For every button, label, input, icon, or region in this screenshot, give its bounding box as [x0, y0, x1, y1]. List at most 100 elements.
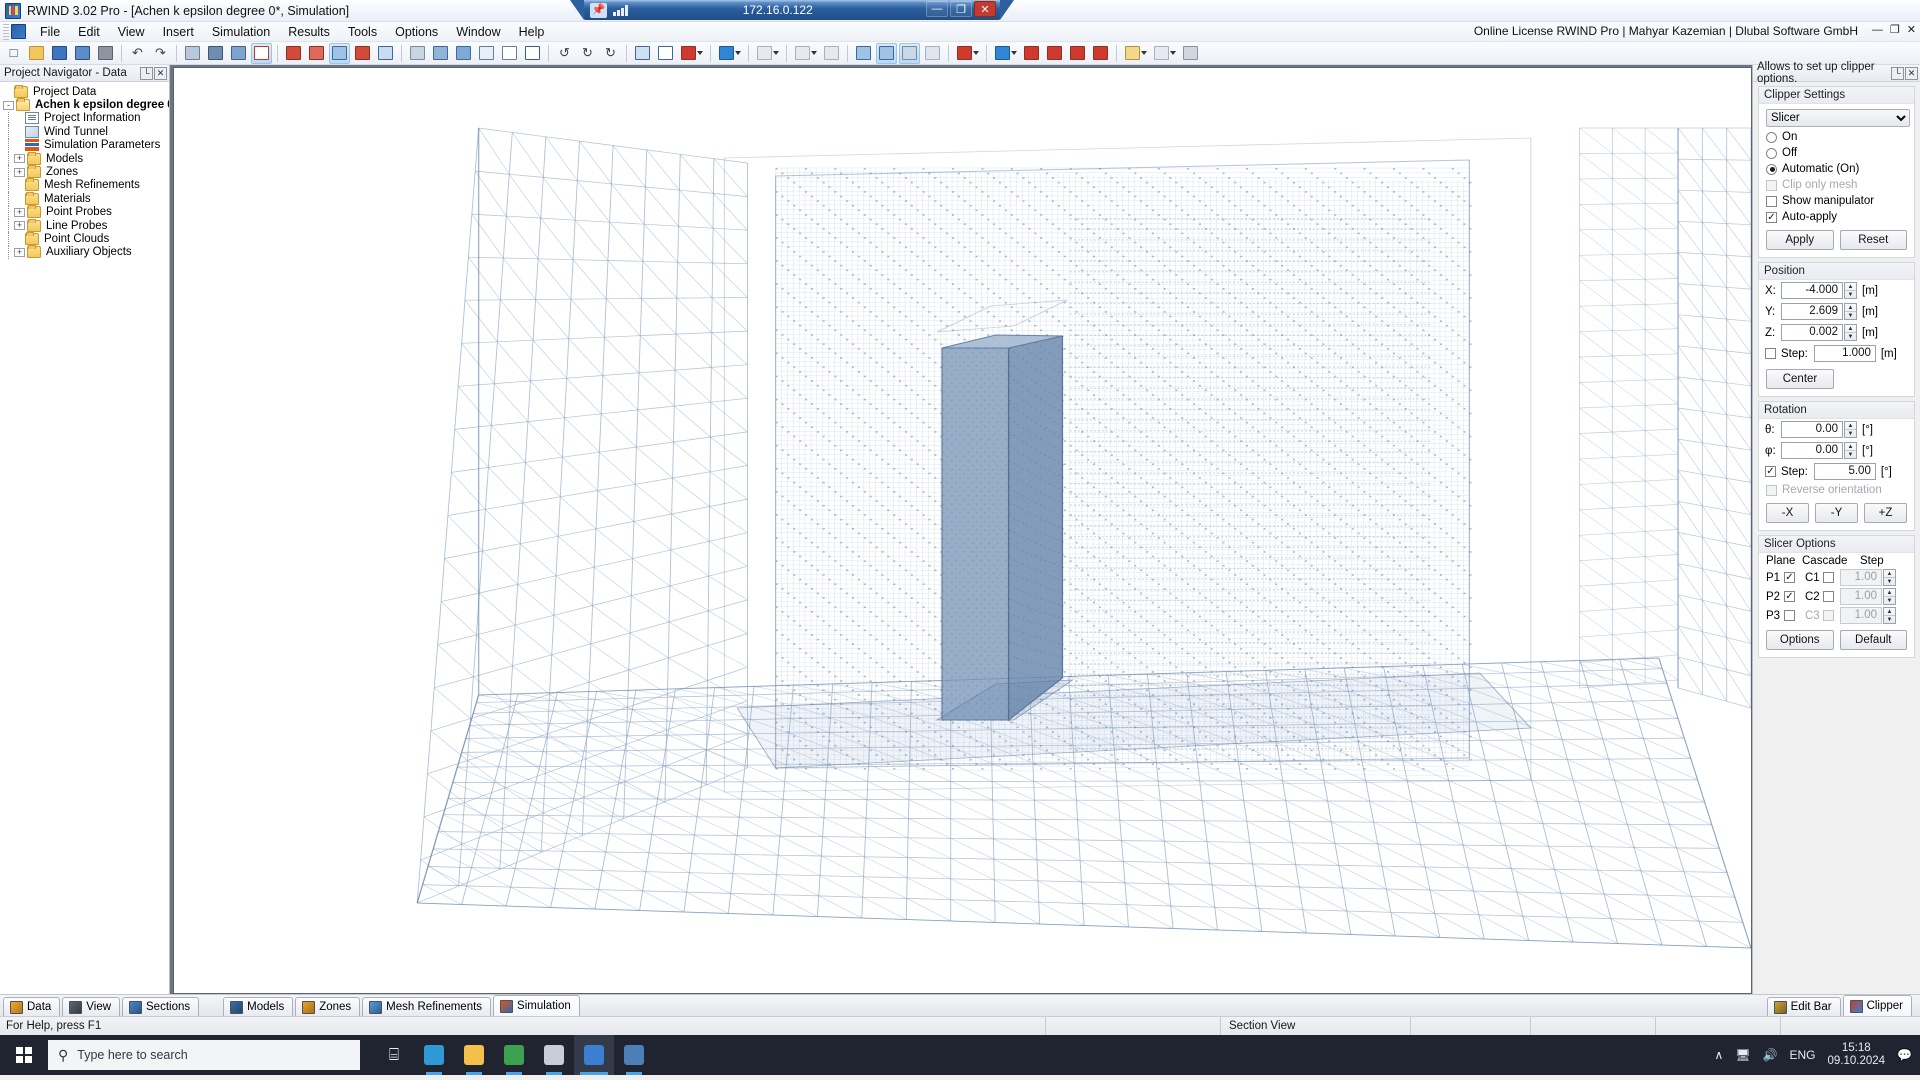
tree-expander[interactable]: + — [14, 247, 25, 257]
mesh-view-icon[interactable] — [352, 43, 373, 64]
render-hidden-icon[interactable] — [306, 43, 327, 64]
close-button[interactable]: ✕ — [1907, 23, 1916, 36]
open-icon[interactable] — [26, 43, 47, 64]
tree-node-simulation-parameters[interactable]: Simulation Parameters — [3, 138, 169, 153]
remote-desktop-connection-bar[interactable]: 📌 172.16.0.122 — ❐ ✕ — [570, 0, 1014, 20]
tree-node-zones[interactable]: + Zones — [3, 165, 169, 180]
tree-expander[interactable]: - — [3, 100, 14, 110]
menu-item-view[interactable]: View — [109, 23, 154, 41]
axis-minus-x-button[interactable]: -X — [1766, 503, 1809, 523]
clipper-box-icon[interactable] — [954, 43, 981, 64]
view-front-icon[interactable] — [453, 43, 474, 64]
tab-clipper[interactable]: Clipper — [1842, 995, 1912, 1016]
measure-icon[interactable] — [1151, 43, 1178, 64]
menu-item-edit[interactable]: Edit — [69, 23, 109, 41]
apply-button[interactable]: Apply — [1766, 230, 1834, 250]
axis-minus-y-button[interactable]: -Y — [1815, 503, 1858, 523]
tree-node-models[interactable]: + Models — [3, 151, 169, 166]
chevron-down-icon[interactable] — [1169, 51, 1176, 55]
radio-on[interactable] — [1766, 131, 1777, 143]
rwind-icon[interactable] — [574, 1035, 614, 1075]
save-icon[interactable] — [49, 43, 70, 64]
tab-simulation[interactable]: Simulation — [493, 995, 580, 1016]
chevron-down-icon[interactable] — [734, 51, 741, 55]
rotation-theta-stepper[interactable]: ▲ ▼ — [1844, 421, 1857, 438]
tree-node-materials[interactable]: Materials — [3, 191, 169, 206]
menu-item-help[interactable]: Help — [510, 23, 554, 41]
solid-box-icon[interactable] — [716, 43, 743, 64]
save-all-icon[interactable] — [72, 43, 93, 64]
undo-icon[interactable]: ↶ — [127, 43, 148, 64]
result-clip-icon[interactable] — [922, 43, 943, 64]
menu-item-tools[interactable]: Tools — [339, 23, 386, 41]
notification-icon[interactable]: 💬 — [1897, 1048, 1912, 1062]
chevron-down-icon[interactable] — [696, 51, 703, 55]
section-move-icon[interactable] — [1090, 43, 1111, 64]
pdf-reader-icon[interactable] — [534, 1035, 574, 1075]
slicer-default-button[interactable]: Default — [1839, 630, 1907, 650]
result-surface-icon[interactable] — [853, 43, 874, 64]
auto-apply-row[interactable]: ✓ Auto-apply — [1759, 209, 1914, 225]
menu-grip-handle[interactable] — [3, 23, 9, 40]
reset-button[interactable]: Reset — [1839, 230, 1907, 250]
rotation-step-input[interactable]: 5.00 — [1813, 463, 1876, 480]
radio-off-row[interactable]: Off — [1759, 145, 1914, 161]
slicer-options-button[interactable]: Options — [1766, 630, 1834, 650]
chevron-down-icon[interactable] — [772, 51, 779, 55]
tree-node-wind-tunnel[interactable]: Wind Tunnel — [3, 125, 169, 139]
network-icon[interactable]: 🖥 — [1735, 1048, 1750, 1062]
radio-off[interactable] — [1766, 147, 1777, 159]
slicer-plane-checkbox[interactable] — [1784, 610, 1795, 621]
tree-expander[interactable]: + — [14, 167, 25, 177]
menu-item-options[interactable]: Options — [386, 23, 447, 41]
tab-sections[interactable]: Sections — [122, 997, 200, 1016]
chevron-down-icon[interactable] — [1140, 51, 1147, 55]
radio-automatic-row[interactable]: Automatic (On) — [1759, 161, 1914, 177]
clipper-pin-button[interactable]: └ — [1891, 66, 1904, 80]
menu-item-results[interactable]: Results — [279, 23, 339, 41]
zoom-window-icon[interactable] — [499, 43, 520, 64]
axis-plus-z-button[interactable]: +Z — [1864, 503, 1907, 523]
tab-models[interactable]: Models — [223, 997, 294, 1016]
rdp-close-button[interactable]: ✕ — [974, 1, 996, 17]
perspective-icon[interactable] — [655, 43, 676, 64]
selection-window-icon[interactable] — [251, 42, 272, 64]
position-y-stepper[interactable]: ▲ ▼ — [1844, 303, 1857, 320]
result-panel-icon[interactable] — [899, 42, 920, 64]
show-manipulator-row[interactable]: Show manipulator — [1759, 193, 1914, 209]
position-y-input[interactable]: 2.609 — [1781, 303, 1843, 320]
rotate-right-icon[interactable]: ↻ — [577, 43, 598, 64]
tab-edit-bar[interactable]: Edit Bar — [1766, 997, 1841, 1016]
slicer-plane-checkbox[interactable]: ✓ — [1784, 591, 1795, 602]
radio-on-row[interactable]: On — [1759, 129, 1914, 145]
chevron-down-icon[interactable] — [972, 51, 979, 55]
tab-zones[interactable]: Zones — [295, 997, 361, 1016]
tab-view[interactable]: View — [62, 997, 121, 1016]
navigator-pin-button[interactable]: └ — [140, 66, 153, 80]
windows-logo-icon[interactable] — [0, 1035, 48, 1075]
isometric-icon[interactable] — [632, 43, 653, 64]
slicer-plane-icon[interactable] — [1021, 43, 1042, 64]
tree-expander[interactable]: + — [14, 207, 25, 217]
clipper-mode-select[interactable]: SlicerBoxPlaneSphere — [1766, 109, 1910, 127]
slicer-cascade-checkbox[interactable] — [1823, 572, 1834, 583]
tree-node-auxiliary-objects[interactable]: + Auxiliary Objects — [3, 245, 169, 260]
tab-mesh-refinements[interactable]: Mesh Refinements — [362, 997, 492, 1016]
slicer-plane-checkbox[interactable]: ✓ — [1784, 572, 1795, 583]
select-surface-icon[interactable] — [205, 43, 226, 64]
language-indicator[interactable]: ENG — [1789, 1048, 1815, 1062]
menu-item-file[interactable]: File — [31, 23, 69, 41]
view-top-icon[interactable] — [476, 43, 497, 64]
restore-button[interactable]: ❐ — [1890, 23, 1900, 36]
print-icon[interactable] — [95, 43, 116, 64]
position-z-input[interactable]: 0.002 — [1781, 324, 1843, 341]
project-tree[interactable]: Project Data - Achen k epsilon degree 0 Pro… — [0, 82, 169, 260]
tray-chevron-icon[interactable]: ∧ — [1714, 1048, 1723, 1062]
tree-node-project-data[interactable]: Project Data — [3, 84, 169, 98]
zoom-all-icon[interactable] — [522, 43, 543, 64]
menu-item-window[interactable]: Window — [447, 23, 509, 41]
tree-expander[interactable]: + — [14, 154, 25, 164]
result-probe-icon[interactable] — [876, 42, 897, 64]
orbit-icon[interactable]: ↻ — [600, 43, 621, 64]
rotate-left-icon[interactable]: ↺ — [554, 43, 575, 64]
